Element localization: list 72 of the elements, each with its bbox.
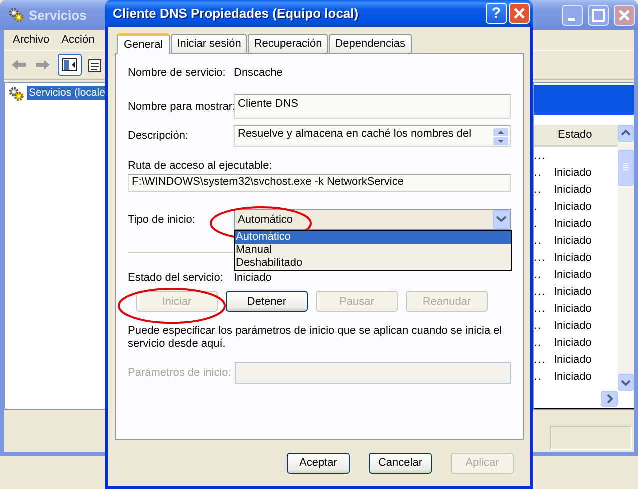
service-name-value: Dnscache <box>234 67 283 79</box>
forward-arrow-icon[interactable] <box>34 57 52 73</box>
tab[interactable]: Dependencias <box>329 34 412 53</box>
field-label: Nombre para mostrar: <box>128 100 234 112</box>
tab[interactable]: General <box>117 33 170 54</box>
menu-item[interactable]: Acción <box>56 32 101 48</box>
service-button[interactable]: Detener <box>226 291 308 312</box>
dropdown-option[interactable]: Deshabilitado <box>235 257 511 270</box>
table-cell-text: .. <box>534 234 544 246</box>
table-cell-text: .. <box>534 184 544 196</box>
scroll-right-icon[interactable] <box>601 391 618 407</box>
table-cell-text: ... <box>534 354 548 366</box>
table-cell-text: .. <box>534 166 544 178</box>
tab[interactable]: Recuperación <box>248 34 328 53</box>
table-cell: Iniciado <box>554 336 592 348</box>
properties-icon[interactable] <box>88 57 102 73</box>
start-parameters-field[interactable] <box>235 362 511 384</box>
table-cell-text: ... <box>534 286 548 298</box>
display-name-field[interactable]: Cliente DNS <box>234 94 511 119</box>
dialog-button[interactable]: Cancelar <box>369 452 432 474</box>
table-cell: Iniciado <box>554 234 592 246</box>
table-cell-text: ... <box>534 302 548 314</box>
startup-type-dropdown[interactable]: Automático <box>234 209 511 230</box>
service-status-value: Iniciado <box>234 272 272 284</box>
field-label: Nombre de servicio: <box>128 67 227 79</box>
table-cell-text: . <box>534 200 540 212</box>
tab[interactable]: Iniciar sesión <box>171 34 248 53</box>
scroll-thumb-icon[interactable] <box>618 150 634 186</box>
table-cell: Iniciado <box>554 252 592 264</box>
table-cell-text: .. <box>534 336 544 348</box>
table-cell-text: .. <box>534 268 544 280</box>
back-arrow-icon[interactable] <box>10 57 28 73</box>
spin-icon[interactable] <box>493 128 509 146</box>
maximize-icon[interactable] <box>588 4 609 26</box>
window-title: Servicios <box>29 8 87 22</box>
minimize-icon[interactable] <box>562 4 583 26</box>
menu-item[interactable]: Archivo <box>7 32 56 48</box>
table-cell: Iniciado <box>554 354 592 366</box>
gear-icon <box>8 86 24 102</box>
table-cell: Iniciado <box>554 286 592 298</box>
table-cell: Iniciado <box>554 166 592 178</box>
close-icon[interactable] <box>614 4 635 26</box>
table-cell: Iniciado <box>554 184 592 196</box>
field-label: Tipo de inicio: <box>128 214 196 226</box>
table-cell: Iniciado <box>554 200 592 212</box>
table-cell: Iniciado <box>554 320 592 332</box>
tree-item[interactable]: Servicios (locale <box>27 86 108 100</box>
field-label: Descripción: <box>128 130 190 142</box>
field-label: Parámetros de inicio: <box>128 367 232 379</box>
table-cell-text: .. <box>534 370 544 382</box>
dropdown-option[interactable]: Automático <box>235 231 511 244</box>
help-button[interactable]: ? <box>486 3 507 24</box>
table-cell-text: . <box>534 218 540 230</box>
table-cell: Iniciado <box>554 268 592 280</box>
field-label: Ruta de acceso al ejecutable: <box>128 160 274 172</box>
pane-toggle-icon[interactable] <box>58 54 82 76</box>
path-field[interactable]: F:\WINDOWS\system32\svchost.exe -k NetworkService <box>128 174 511 192</box>
dropdown-option[interactable]: Manual <box>235 244 511 257</box>
scroll-up-icon[interactable] <box>618 125 634 142</box>
table-cell: Iniciado <box>554 302 592 314</box>
window-title: Cliente DNS Propiedades (Equipo local) <box>113 6 360 21</box>
hint-text: Puede especificar los parámetros de inicio que se aplican cuando se inicia el servicio desde aquí. <box>128 325 504 351</box>
table-cell-text: ... <box>534 252 548 264</box>
dialog-button[interactable]: Aceptar <box>287 452 350 474</box>
scroll-down-icon[interactable] <box>618 374 634 391</box>
field-label: Estado del servicio: <box>128 272 224 284</box>
table-cell: Iniciado <box>554 370 592 382</box>
table-cell-text: .. <box>534 320 544 332</box>
description-field[interactable]: Resuelve y almacena en caché los nombres del <box>234 125 511 147</box>
table-cell-text: ... <box>534 150 548 162</box>
gear-icon <box>8 7 24 23</box>
table-cell: Iniciado <box>554 218 592 230</box>
